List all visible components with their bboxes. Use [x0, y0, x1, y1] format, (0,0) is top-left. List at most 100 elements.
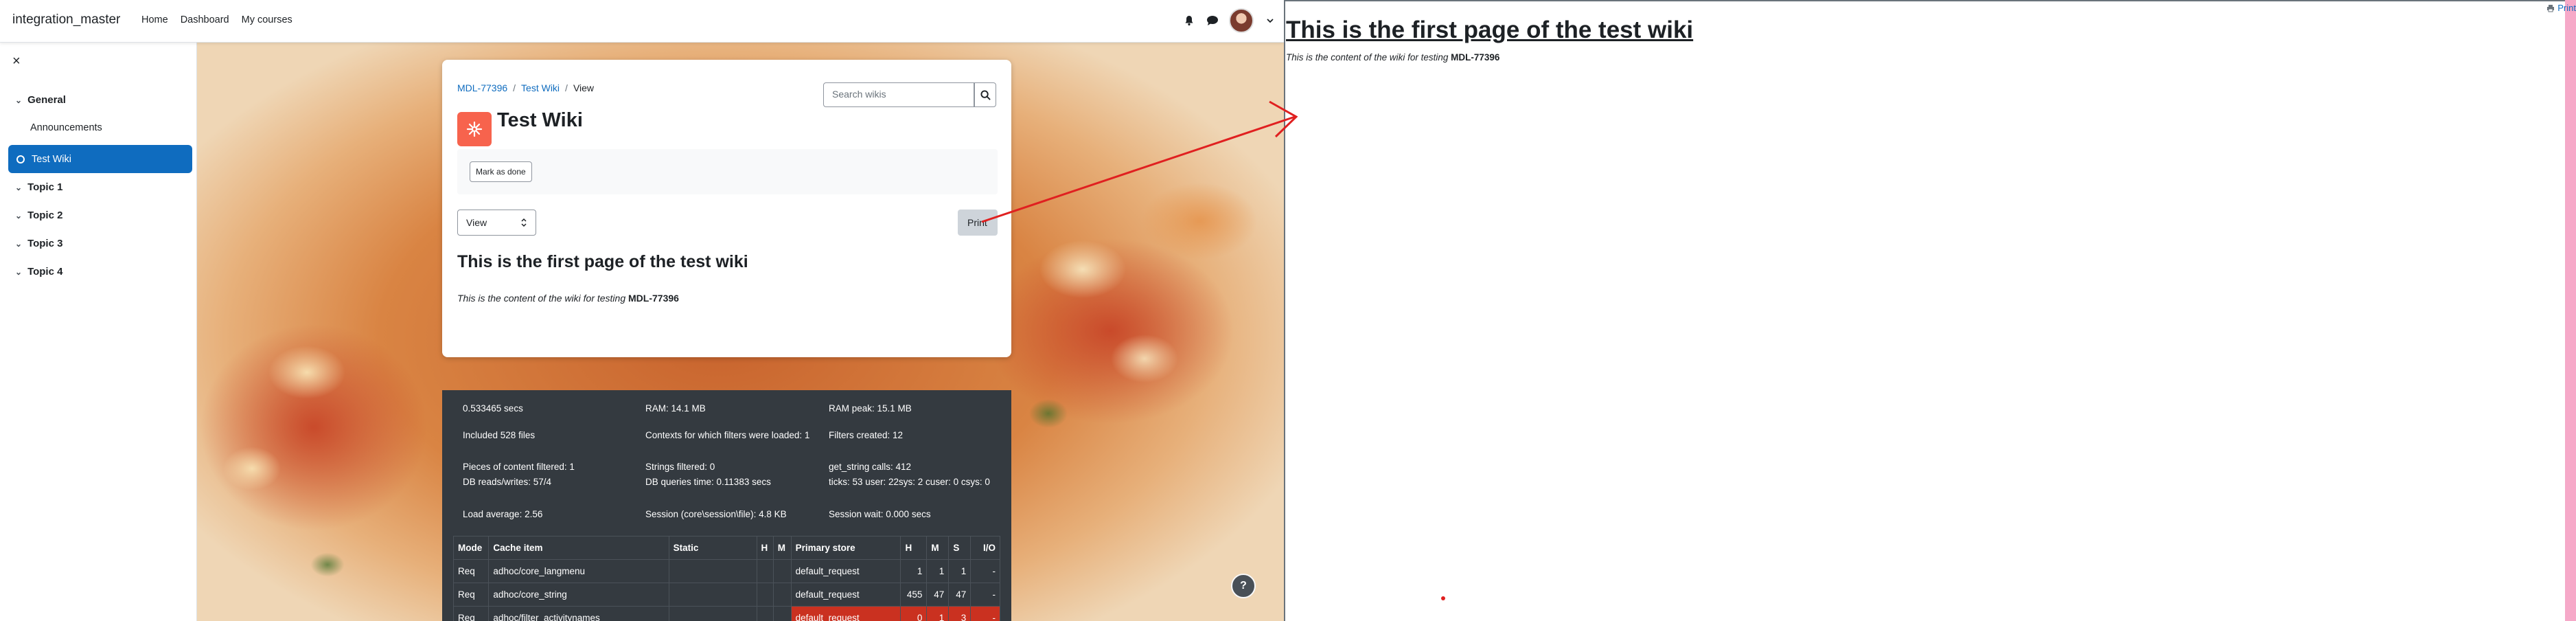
perf-ram-peak: RAM peak: 15.1 MB	[829, 403, 912, 414]
main-content-card: MDL-77396 / Test Wiki / View Search wiki…	[442, 60, 1011, 357]
cell-static-h	[756, 559, 774, 583]
section-topic-4-label: Topic 4	[27, 266, 63, 278]
col-static-m: M	[772, 536, 792, 560]
cell-static	[668, 606, 757, 621]
search-icon	[980, 89, 991, 100]
section-general-label: General	[27, 94, 66, 106]
section-general[interactable]: ⌄ General	[15, 94, 66, 106]
performance-info-panel: 0.533465 secs RAM: 14.1 MB RAM peak: 15.…	[442, 390, 1011, 621]
wiki-content-text: This is the content of the wiki for test…	[457, 293, 626, 304]
chevron-down-icon[interactable]	[1263, 14, 1277, 27]
search-button[interactable]	[974, 82, 996, 107]
cell-static	[668, 559, 757, 583]
cell-mode: Req	[452, 606, 490, 621]
perf-contexts-filters: Contexts for which filters were loaded: …	[645, 430, 810, 440]
cell-mode: Req	[452, 559, 490, 583]
chevron-down-icon[interactable]: ⌄	[15, 267, 22, 277]
print-content-text: This is the content of the wiki for test…	[1286, 52, 1449, 63]
table-row: Req adhoc/filter_activitynames default_r…	[452, 606, 1000, 621]
breadcrumb-course-link[interactable]: MDL-77396	[457, 82, 507, 93]
printer-icon	[2547, 4, 2555, 12]
cell-primary-s: 47	[948, 583, 971, 607]
chevron-down-icon[interactable]: ⌄	[15, 183, 22, 192]
perf-session: Session (core\session\file): 4.8 KB	[645, 509, 787, 519]
bell-icon[interactable]	[1182, 14, 1196, 27]
chevron-down-icon[interactable]: ⌄	[15, 95, 22, 105]
breadcrumb-separator: /	[513, 82, 516, 93]
avatar[interactable]	[1229, 8, 1254, 33]
col-mode: Mode	[452, 536, 490, 560]
print-link-label: Print	[2557, 3, 2576, 13]
primary-navigation: Home Dashboard My courses	[141, 14, 292, 25]
col-static: Static	[668, 536, 757, 560]
nav-dashboard-link[interactable]: Dashboard	[181, 14, 229, 25]
navbar: integration_master Home Dashboard My cou…	[0, 0, 1284, 43]
wiki-view-select-value: View	[466, 217, 487, 228]
window-border-top	[1284, 0, 2576, 1]
breadcrumb-wiki-link[interactable]: Test Wiki	[521, 82, 560, 93]
close-icon[interactable]: ×	[12, 54, 21, 69]
nav-my-courses-link[interactable]: My courses	[242, 14, 292, 25]
perf-ram: RAM: 14.1 MB	[645, 403, 706, 414]
print-button[interactable]: Print	[958, 210, 998, 236]
perf-included-files: Included 528 files	[463, 430, 536, 440]
breadcrumb-current: View	[573, 82, 595, 93]
breadcrumb-separator: /	[565, 82, 568, 93]
user-nav	[1182, 8, 1277, 33]
perf-ticks: ticks: 53 user: 22sys: 2 cuser: 0 csys: …	[829, 477, 990, 487]
cell-static-h	[756, 583, 774, 607]
cell-io: -	[970, 606, 1000, 621]
cell-primary-h: 0	[900, 606, 928, 621]
col-static-h: H	[756, 536, 774, 560]
wiki-page-heading: This is the first page of the test wiki	[457, 252, 748, 271]
perf-strings-filtered: Strings filtered: 0	[645, 462, 715, 472]
section-topic-1[interactable]: ⌄ Topic 1	[15, 181, 62, 193]
print-preview-heading: This is the first page of the test wiki	[1286, 16, 1694, 43]
col-primary-m: M	[926, 536, 950, 560]
print-preview-print-link[interactable]: Print	[2546, 3, 2576, 13]
perf-get-string: get_string calls: 412	[829, 462, 912, 472]
perf-db-queries: DB queries time: 0.11383 secs	[645, 477, 771, 487]
cell-primary-m: 1	[926, 559, 950, 583]
print-preview-window: Print This is the first page of the test…	[1284, 0, 2576, 621]
chevron-down-icon[interactable]: ⌄	[15, 239, 22, 249]
chevron-updown-icon	[521, 218, 527, 227]
cell-primary-s: 1	[948, 559, 971, 583]
perf-db-reads: DB reads/writes: 57/4	[463, 477, 552, 487]
wiki-view-select[interactable]: View	[457, 210, 536, 236]
drawer-item-announcements[interactable]: Announcements	[30, 122, 102, 133]
cell-static-m	[772, 583, 792, 607]
table-row: Req adhoc/core_langmenu default_request …	[452, 559, 1000, 583]
help-button[interactable]: ?	[1231, 574, 1256, 598]
cell-static	[668, 583, 757, 607]
nav-home-link[interactable]: Home	[141, 14, 168, 25]
col-primary-h: H	[900, 536, 928, 560]
mark-as-done-button[interactable]: Mark as done	[470, 161, 532, 182]
table-row: Req adhoc/core_string default_request 45…	[452, 583, 1000, 607]
cell-io: -	[970, 559, 1000, 583]
scrollbar-strip[interactable]	[2565, 0, 2576, 621]
section-topic-3[interactable]: ⌄ Topic 3	[15, 238, 62, 249]
perf-load-average: Load average: 2.56	[463, 509, 543, 519]
section-topic-2[interactable]: ⌄ Topic 2	[15, 210, 62, 221]
cell-io: -	[970, 583, 1000, 607]
section-topic-4[interactable]: ⌄ Topic 4	[15, 266, 62, 278]
cell-primary-store: default_request	[790, 606, 901, 621]
chevron-down-icon[interactable]: ⌄	[15, 211, 22, 221]
cell-static-h	[756, 606, 774, 621]
site-name[interactable]: integration_master	[12, 12, 120, 27]
search-wikis-input[interactable]: Search wikis	[823, 82, 974, 107]
perf-filters-created: Filters created: 12	[829, 430, 904, 440]
cache-usage-table: Mode Cache item Static H M Primary store…	[452, 536, 1000, 621]
cell-cache-item: adhoc/core_langmenu	[488, 559, 669, 583]
section-topic-2-label: Topic 2	[27, 210, 63, 221]
drawer-item-test-wiki-label: Test Wiki	[32, 153, 71, 165]
cell-primary-store: default_request	[790, 559, 901, 583]
perf-session-wait: Session wait: 0.000 secs	[829, 509, 931, 519]
wiki-page-content: This is the content of the wiki for test…	[457, 293, 679, 304]
breadcrumb: MDL-77396 / Test Wiki / View	[457, 82, 594, 93]
col-primary-s: S	[948, 536, 971, 560]
completion-circle-icon	[16, 155, 25, 163]
drawer-item-test-wiki[interactable]: Test Wiki	[8, 145, 192, 173]
chat-icon[interactable]	[1206, 14, 1219, 27]
